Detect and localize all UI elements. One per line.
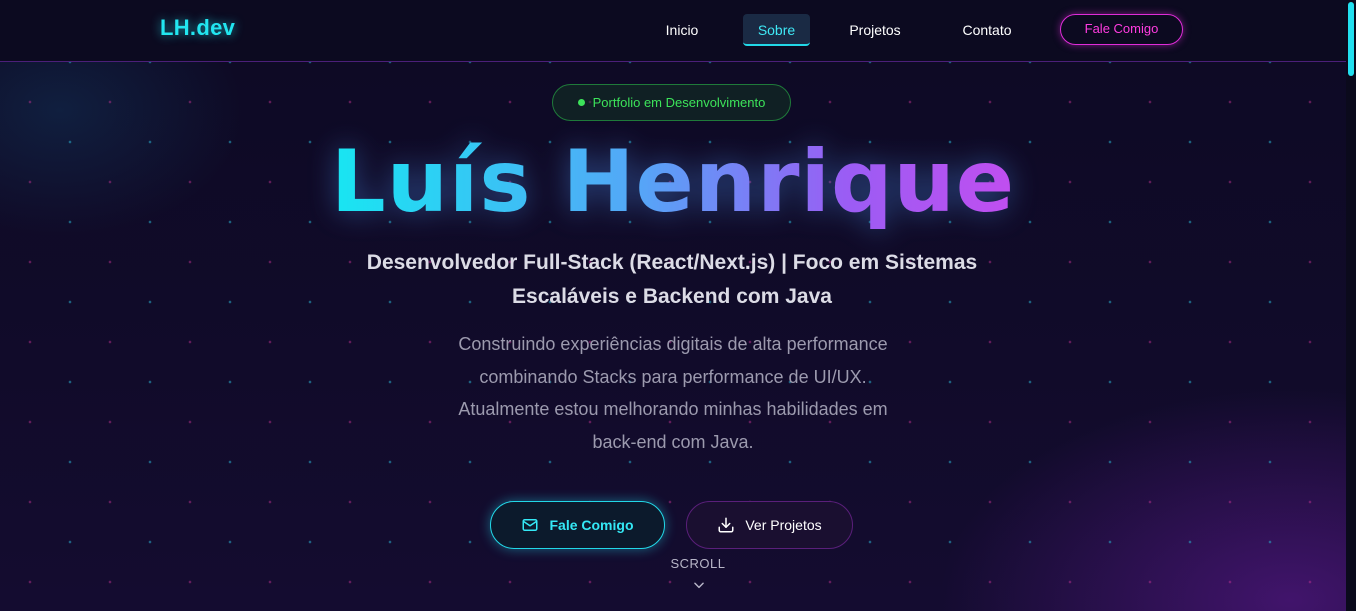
nav-links: Inicio Sobre Projetos Contato xyxy=(645,14,1020,46)
status-dot-icon xyxy=(577,99,585,106)
nav-link-projetos[interactable]: Projetos xyxy=(840,14,910,46)
description-line: back-end com Java. xyxy=(592,431,754,452)
status-badge: Portfolio em Desenvolvimento xyxy=(552,84,791,121)
chevron-down-icon[interactable] xyxy=(692,578,706,592)
scroll-hint-label[interactable]: SCROLL xyxy=(648,556,748,571)
hero-name: Luís Henrique xyxy=(0,132,1346,232)
scrollbar-thumb[interactable] xyxy=(1348,2,1354,76)
site-logo[interactable]: LH.dev xyxy=(160,15,235,41)
nav-link-sobre[interactable]: Sobre xyxy=(743,14,810,46)
navbar: LH.dev Inicio Sobre Projetos Contato Fal… xyxy=(0,0,1356,62)
hero-description: Construindo experiências digitais de alt… xyxy=(408,328,938,458)
nav-link-inicio[interactable]: Inicio xyxy=(645,14,719,46)
status-badge-label: Portfolio em Desenvolvimento xyxy=(592,95,766,110)
fale-comigo-nav-button[interactable]: Fale Comigo xyxy=(1060,14,1183,45)
mail-icon xyxy=(521,516,539,534)
subtitle-line: Desenvolvedor Full-Stack (React/Next.js)… xyxy=(366,251,978,274)
description-line: Atualmente estou melhorando minhas habil… xyxy=(458,399,888,420)
subtitle-line: Escaláveis e Backend com Java xyxy=(512,285,832,308)
description-line: Construindo experiências digitais de alt… xyxy=(458,334,888,354)
scrollbar-track[interactable] xyxy=(1346,0,1356,611)
description-line: combinando Stacks para performance de UI… xyxy=(479,366,867,387)
ver-projetos-button[interactable]: Ver Projetos xyxy=(686,501,853,549)
fale-comigo-button[interactable]: Fale Comigo xyxy=(490,501,665,549)
ver-projetos-button-label: Ver Projetos xyxy=(745,517,822,533)
download-icon xyxy=(717,516,735,534)
fale-comigo-button-label: Fale Comigo xyxy=(549,517,634,533)
hero-subtitle: Desenvolvedor Full-Stack (React/Next.js)… xyxy=(322,246,1022,314)
hero-name-text: Luís Henrique xyxy=(330,132,1016,232)
nav-link-contato[interactable]: Contato xyxy=(954,14,1020,46)
